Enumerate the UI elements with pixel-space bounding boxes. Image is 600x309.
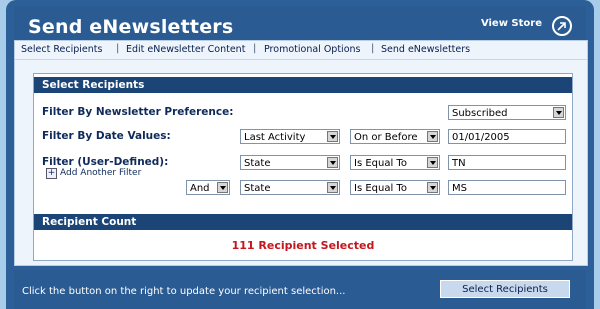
main-panel: Select Recipients | Edit eNewsletter Con… [14,40,588,266]
dropdown-arrow-icon [427,157,438,168]
date-operator-value: On or Before [354,132,418,143]
recipient-count-text: 111 Recipient Selected [231,239,375,252]
dropdown-arrow-icon [427,131,438,142]
dropdown-arrow-icon [327,182,338,193]
newsletter-pref-value: Subscribed [452,108,508,119]
tab-send-enewsletters[interactable]: Send eNewsletters [381,44,470,55]
tab-separator: | [371,43,375,54]
filter1-field-value: State [244,158,271,169]
arrow-up-right-icon[interactable] [552,16,572,36]
user-defined-label: Filter (User-Defined): [42,156,169,168]
filter2-field-select[interactable]: State [240,180,340,195]
tab-separator: | [253,43,257,54]
dropdown-arrow-icon [327,131,338,142]
dropdown-arrow-icon [327,157,338,168]
footer-bar: Click the button on the right to update … [14,270,586,309]
page-title: Send eNewsletters [28,16,234,38]
filter1-operator-value: Is Equal To [354,158,407,169]
select-recipients-heading: Select Recipients [34,77,572,93]
date-operator-select[interactable]: On or Before [350,129,440,144]
filter-card: Select Recipients Filter By Newsletter P… [33,73,573,261]
view-store-link[interactable]: View Store [481,18,542,29]
filter2-value-input[interactable]: MS [448,180,566,195]
tab-edit-content[interactable]: Edit eNewsletter Content [126,44,245,55]
tab-separator: | [116,43,120,54]
filter1-field-select[interactable]: State [240,155,340,170]
plus-icon: + [46,168,57,179]
title-bar: Send eNewsletters View Store [14,6,586,40]
tab-select-recipients[interactable]: Select Recipients [21,44,102,55]
dropdown-arrow-icon [553,107,564,118]
date-values-label: Filter By Date Values: [42,130,171,142]
select-recipients-button[interactable]: Select Recipients [440,280,570,298]
date-field-value: Last Activity [244,132,306,143]
dropdown-arrow-icon [427,182,438,193]
filter2-operator-value: Is Equal To [354,183,407,194]
filter1-value-input[interactable]: TN [448,155,566,170]
filter1-operator-select[interactable]: Is Equal To [350,155,440,170]
recipient-count-heading: Recipient Count [34,214,572,230]
filter2-operator-select[interactable]: Is Equal To [350,180,440,195]
newsletter-pref-select[interactable]: Subscribed [448,105,566,120]
newsletter-pref-label: Filter By Newsletter Preference: [42,106,234,118]
step-tabs: Select Recipients | Edit eNewsletter Con… [15,41,587,60]
date-field-select[interactable]: Last Activity [240,129,340,144]
dropdown-arrow-icon [217,182,228,193]
date-value-input[interactable]: 01/01/2005 [448,129,566,144]
conjunction-value: And [190,183,210,194]
tab-promotional-options[interactable]: Promotional Options [264,44,360,55]
filter2-field-value: State [244,183,271,194]
footer-hint: Click the button on the right to update … [22,286,346,297]
add-filter-label: Add Another Filter [60,168,142,178]
conjunction-select[interactable]: And [186,180,230,195]
add-filter-link[interactable]: + Add Another Filter [46,168,141,179]
